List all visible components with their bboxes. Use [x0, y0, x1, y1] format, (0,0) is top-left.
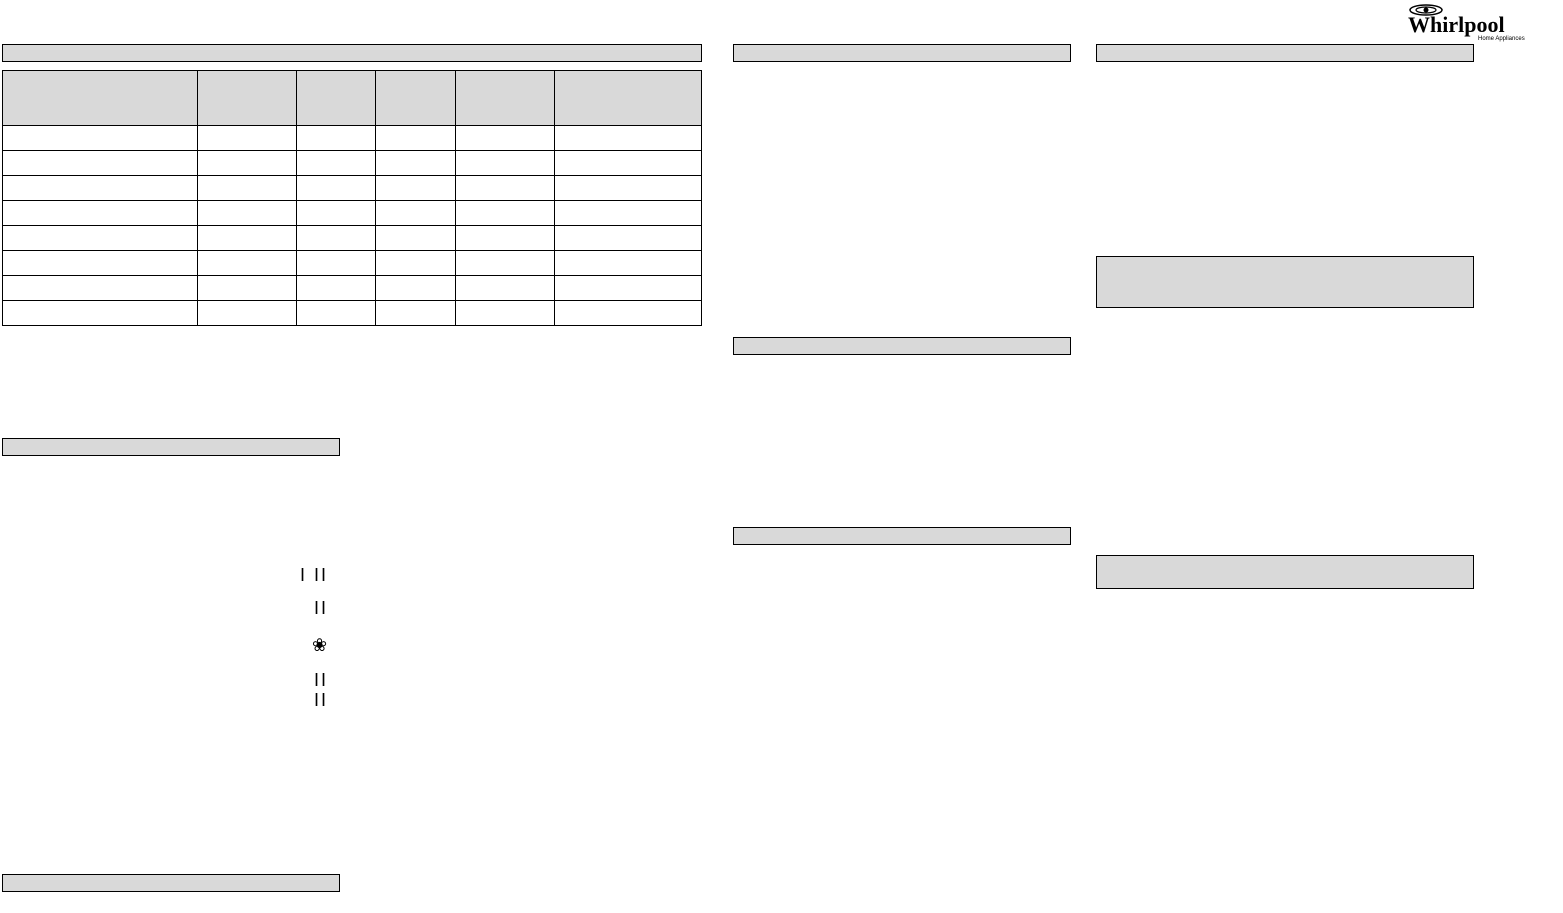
glyph-4: II: [314, 670, 328, 691]
col-header-4: [376, 71, 455, 126]
header-box-mid-3: [733, 527, 1071, 545]
table-row: [3, 201, 702, 226]
header-box-mid-2: [733, 337, 1071, 355]
header-box-left-mid: [2, 438, 340, 456]
table-row: [3, 276, 702, 301]
logo-subtext: Home Appliances: [1478, 36, 1525, 42]
table-header-row: [3, 71, 702, 126]
glyph-2: II: [314, 598, 328, 619]
flower-icon: ❀: [312, 635, 327, 656]
header-box-right-1: [1096, 44, 1474, 62]
table-row: [3, 126, 702, 151]
table-row: [3, 301, 702, 326]
table-row: [3, 226, 702, 251]
col-header-1: [3, 71, 198, 126]
col-header-5: [455, 71, 554, 126]
whirlpool-logo: Whirlpool Home Appliances: [1408, 2, 1553, 42]
glyph-1: I II: [300, 565, 328, 586]
header-box-right-2: [1096, 256, 1474, 308]
table-row: [3, 251, 702, 276]
table-row: [3, 151, 702, 176]
col-header-3: [296, 71, 375, 126]
header-box-right-3: [1096, 555, 1474, 589]
header-box-mid-1: [733, 44, 1071, 62]
header-box-left-bottom: [2, 874, 340, 892]
logo-wordmark: Whirlpool: [1408, 12, 1505, 37]
glyph-5: II: [314, 690, 328, 711]
header-box-top-left: [2, 44, 702, 62]
data-table: [2, 70, 702, 326]
col-header-6: [555, 71, 702, 126]
table-row: [3, 176, 702, 201]
col-header-2: [197, 71, 296, 126]
